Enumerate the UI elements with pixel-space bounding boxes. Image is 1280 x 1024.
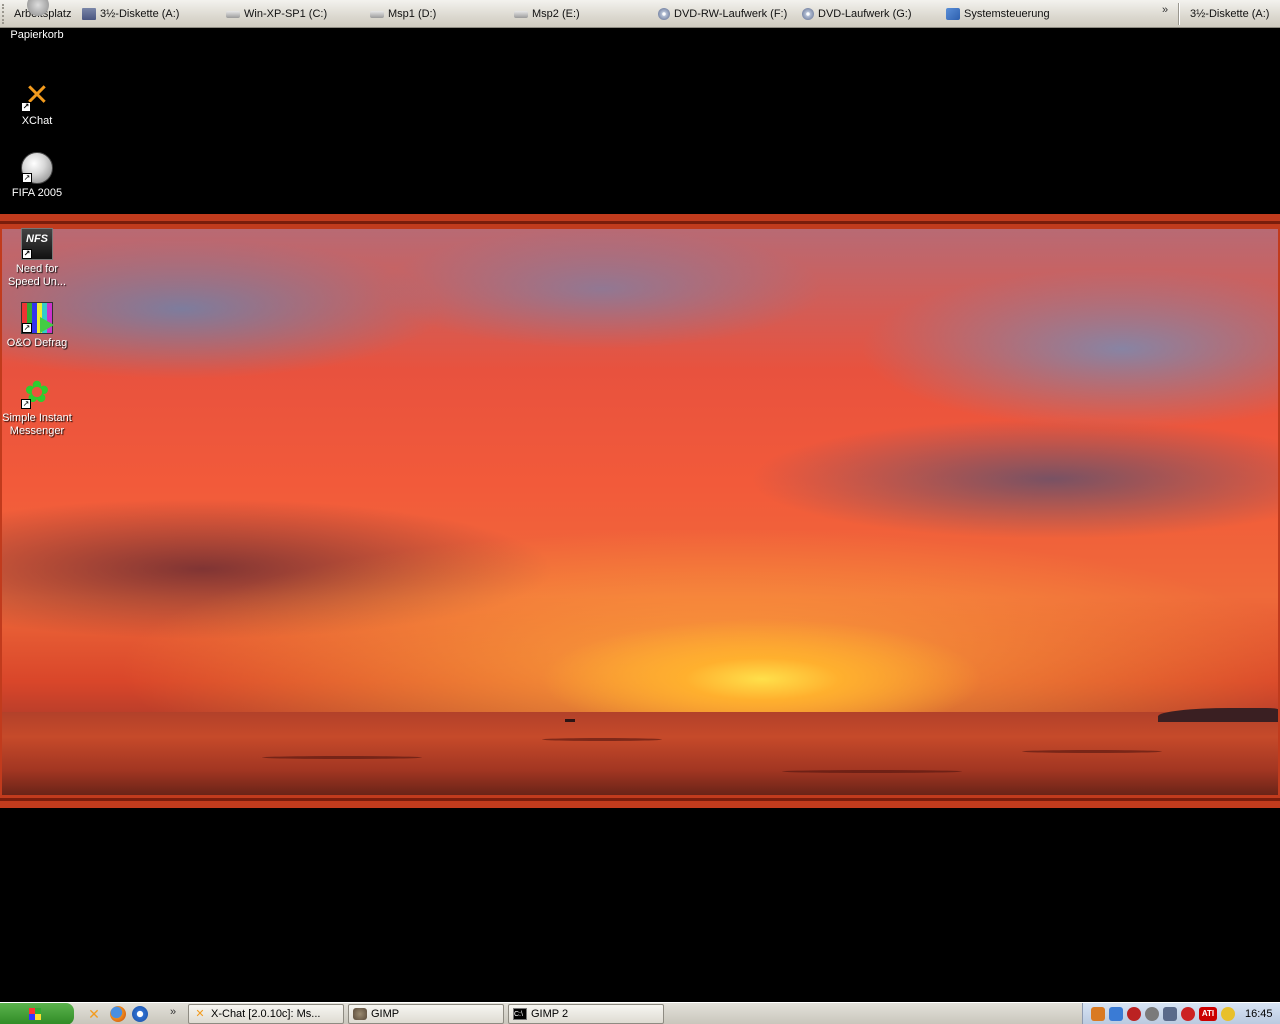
desktop-icon-label: Papierkorb: [10, 29, 64, 41]
desktop-icon-need-for-speed[interactable]: NFS ↗ Need for Speed Un...: [0, 228, 74, 289]
tray-messenger-icon[interactable]: [1221, 1007, 1235, 1021]
task-button-xchat[interactable]: ✕ X-Chat [2.0.10c]: Ms...: [188, 1004, 344, 1024]
drive-icon: [226, 10, 240, 18]
toolbar-item-label: 3½-Diskette (A:): [1190, 8, 1270, 20]
desktop-icon-label: Simple Instant Messenger: [2, 412, 72, 437]
toolbar-item-drive-d[interactable]: Msp1 (D:): [366, 3, 440, 25]
wave: [782, 770, 962, 773]
shortcut-arrow-icon: ↗: [21, 102, 31, 112]
desktop-icon-label: XChat: [21, 115, 53, 127]
toolbar-overflow-chevron[interactable]: »: [1162, 4, 1168, 16]
wallpaper-headland: [1158, 708, 1278, 722]
dvd-icon: [802, 8, 814, 20]
toolbar-item-dvd-rw-f[interactable]: DVD-RW-Laufwerk (F:): [654, 3, 791, 25]
control-panel-icon: [946, 8, 960, 20]
desktop-icon-simple-instant-messenger[interactable]: ✿ ↗ Simple Instant Messenger: [0, 377, 74, 438]
wave: [1022, 750, 1162, 753]
toolbar-item-floppy-a-right[interactable]: 3½-Diskette (A:): [1186, 3, 1273, 25]
system-tray: ATI 16:45: [1082, 1003, 1280, 1024]
start-button[interactable]: [0, 1003, 74, 1024]
toolbar-item-systemsteuerung[interactable]: Systemsteuerung: [942, 3, 1054, 25]
shortcut-arrow-icon: ↗: [22, 323, 32, 333]
desktop-icon-label: FIFA 2005: [11, 187, 63, 199]
toolbar-item-label: Msp2 (E:): [532, 8, 580, 20]
soccer-ball-icon: ↗: [21, 152, 53, 184]
desktop-icon-label: O&O Defrag: [6, 337, 68, 349]
desktop-icon-papierkorb[interactable]: Papierkorb: [0, 0, 74, 42]
wallpaper-border-top: [0, 221, 1280, 224]
quicklaunch-more-chevron[interactable]: »: [170, 1006, 176, 1018]
quicklaunch-firefox-icon[interactable]: [110, 1006, 126, 1022]
play-arrow-icon: [40, 317, 54, 333]
shortcut-arrow-icon: ↗: [22, 249, 32, 259]
console-icon: C:\: [513, 1008, 527, 1020]
toolbar-item-label: Systemsteuerung: [964, 8, 1050, 20]
task-button-gimp-2[interactable]: C:\ GIMP 2: [508, 1004, 664, 1024]
wallpaper-sea: [2, 712, 1278, 795]
task-button-label: GIMP: [371, 1008, 400, 1020]
quicklaunch-internet-explorer-icon[interactable]: [132, 1006, 148, 1022]
tray-security-shield-icon[interactable]: [1127, 1007, 1141, 1021]
toolbar-item-label: DVD-Laufwerk (G:): [818, 8, 912, 20]
toolbar-item-drive-c[interactable]: Win-XP-SP1 (C:): [222, 3, 331, 25]
toolbar-item-floppy-a[interactable]: 3½-Diskette (A:): [78, 3, 183, 25]
icq-flower-icon: ✿ ↗: [21, 376, 50, 409]
toolbar-item-drive-e[interactable]: Msp2 (E:): [510, 3, 584, 25]
tray-ati-icon[interactable]: ATI: [1199, 1007, 1217, 1021]
tray-antivirus-icon[interactable]: [1181, 1007, 1195, 1021]
wallpaper-sunset-sky: [2, 229, 1278, 795]
toolbar-item-label: Win-XP-SP1 (C:): [244, 8, 328, 20]
drive-toolbar: Arbeitsplatz 3½-Diskette (A:) Win-XP-SP1…: [0, 0, 1280, 28]
shortcut-arrow-icon: ↗: [21, 399, 31, 409]
recycle-bin-icon: [21, 0, 53, 26]
xchat-icon: ✕ ↗: [21, 78, 50, 113]
wave: [262, 756, 422, 759]
dvd-icon: [658, 8, 670, 20]
defrag-icon: ↗: [21, 302, 54, 334]
drive-icon: [370, 10, 384, 18]
floppy-icon: [82, 8, 96, 20]
windows-flag-icon: [29, 1008, 41, 1020]
toolbar-separator: [1178, 3, 1180, 25]
tray-display-icon[interactable]: [1163, 1007, 1177, 1021]
desktop-icon-xchat[interactable]: ✕ ↗ XChat: [0, 80, 74, 128]
wallpaper-boat: [565, 719, 575, 722]
tray-app-icon[interactable]: [1091, 1007, 1105, 1021]
toolbar-item-label: 3½-Diskette (A:): [100, 8, 180, 20]
toolbar-item-label: DVD-RW-Laufwerk (F:): [674, 8, 788, 20]
task-button-label: GIMP 2: [531, 1008, 569, 1020]
wallpaper-border-bottom: [0, 798, 1280, 801]
nfs-icon: NFS ↗: [21, 228, 53, 260]
toolbar-item-dvd-g[interactable]: DVD-Laufwerk (G:): [798, 3, 916, 25]
tray-network-icon[interactable]: [1109, 1007, 1123, 1021]
drive-icon: [514, 10, 528, 18]
shortcut-arrow-icon: ↗: [22, 173, 32, 183]
task-button-gimp[interactable]: GIMP: [348, 1004, 504, 1024]
tray-media-icon[interactable]: [1145, 1007, 1159, 1021]
task-button-label: X-Chat [2.0.10c]: Ms...: [211, 1008, 321, 1020]
desktop-icon-fifa-2005[interactable]: ↗ FIFA 2005: [0, 152, 74, 200]
recycle-bin-shape: [27, 0, 49, 16]
xchat-icon: ✕: [195, 1008, 205, 1020]
desktop-icon-oo-defrag[interactable]: ↗ O&O Defrag: [0, 302, 74, 350]
desktop-icon-label: Need for Speed Un...: [7, 263, 67, 288]
toolbar-item-label: Msp1 (D:): [388, 8, 437, 20]
wave: [542, 738, 662, 741]
taskbar: ✕ » ✕ X-Chat [2.0.10c]: Ms... GIMP C:\ G…: [0, 1002, 1280, 1024]
gimp-icon: [353, 1008, 367, 1020]
quicklaunch-xchat-icon[interactable]: ✕: [86, 1006, 102, 1022]
taskbar-clock[interactable]: 16:45: [1245, 1008, 1273, 1020]
wallpaper: [0, 214, 1280, 808]
